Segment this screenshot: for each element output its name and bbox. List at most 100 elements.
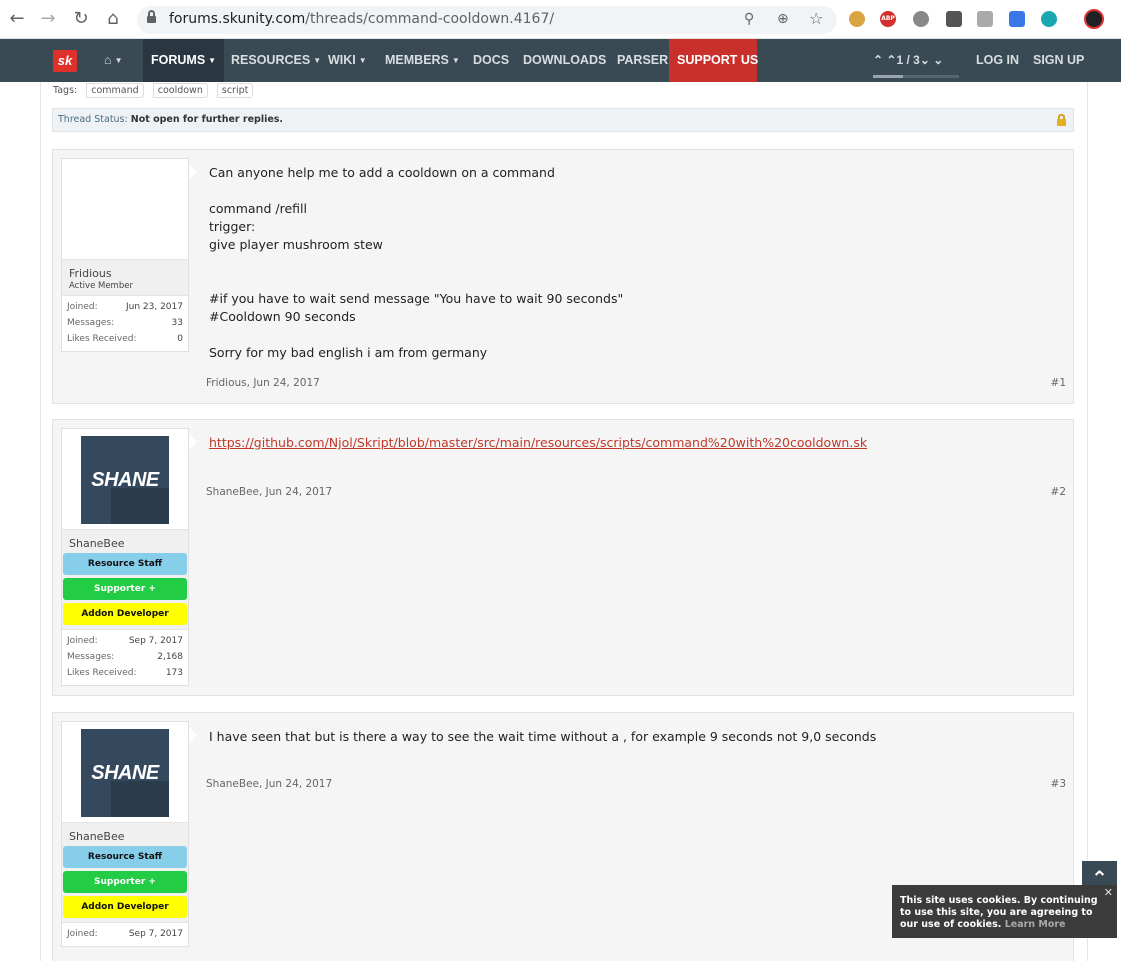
nav-login[interactable]: LOG IN bbox=[968, 39, 1027, 82]
likes-label: Likes Received: bbox=[67, 334, 137, 344]
url-host: forums.skunity.com bbox=[169, 11, 306, 27]
post-number[interactable]: #3 bbox=[1051, 778, 1066, 790]
likes-value: 173 bbox=[165, 668, 183, 678]
eyedropper-extension-icon[interactable] bbox=[946, 11, 962, 27]
nav-docs[interactable]: DOCS bbox=[465, 39, 517, 82]
username[interactable]: Fridious bbox=[69, 267, 181, 280]
site-logo[interactable]: sk bbox=[53, 50, 77, 72]
key-icon[interactable]: ⚲ bbox=[744, 11, 754, 27]
joined-label: Joined: bbox=[67, 929, 98, 939]
avatar-text: SHANE bbox=[91, 469, 159, 491]
extension-icon[interactable] bbox=[1009, 11, 1025, 27]
post-meta[interactable]: Fridious, Jun 24, 2017 bbox=[206, 377, 320, 389]
tag-script[interactable]: script bbox=[216, 83, 254, 98]
reload-icon[interactable]: ↻ bbox=[70, 8, 92, 30]
avatar-text: SHANE bbox=[91, 762, 159, 784]
star-icon[interactable]: ☆ bbox=[809, 9, 823, 28]
banner-supporter: Supporter + bbox=[63, 578, 187, 600]
nav-resources[interactable]: RESOURCES ▼ bbox=[223, 39, 329, 82]
post-body: I have seen that but is there a way to s… bbox=[209, 729, 877, 744]
messages-label: Messages: bbox=[67, 652, 115, 662]
user-info: Fridious Active Member bbox=[62, 259, 188, 295]
banner-supporter: Supporter + bbox=[63, 871, 187, 893]
url-text[interactable]: forums.skunity.com/threads/command-coold… bbox=[169, 11, 554, 27]
react-extension-icon[interactable] bbox=[1041, 11, 1057, 27]
close-icon[interactable]: ✕ bbox=[1104, 887, 1113, 899]
thread-status: Thread Status: Not open for further repl… bbox=[52, 108, 1074, 132]
username[interactable]: ShaneBee bbox=[69, 830, 181, 843]
avatar-image: SHANE bbox=[81, 436, 169, 524]
site-navbar: sk ⌂ ▼ FORUMS ▼ RESOURCES ▼ WIKI ▼ MEMBERS ▼ … bbox=[0, 39, 1121, 82]
zoom-icon[interactable]: ⊕ bbox=[777, 11, 789, 27]
github-link[interactable]: https://github.com/Njol/Skript/blob/mast… bbox=[209, 435, 867, 450]
url-path: /threads/command-cooldown.4167/ bbox=[305, 11, 555, 27]
nav-downloads[interactable]: DOWNLOADS bbox=[515, 39, 614, 82]
nav-members[interactable]: MEMBERS ▼ bbox=[377, 39, 468, 82]
tags-label: Tags: bbox=[53, 85, 78, 96]
messages-value[interactable]: 33 bbox=[172, 315, 183, 331]
nav-wiki-label: WIKI bbox=[328, 53, 356, 67]
nav-wiki[interactable]: WIKI ▼ bbox=[320, 39, 375, 82]
joined-label: Joined: bbox=[67, 636, 98, 646]
avatar[interactable] bbox=[62, 159, 188, 259]
username[interactable]: ShaneBee bbox=[69, 537, 181, 550]
home-icon[interactable]: ⌂ bbox=[102, 8, 124, 30]
address-bar[interactable]: forums.skunity.com/threads/command-coold… bbox=[137, 6, 837, 34]
pager-text: 1 / 3 bbox=[896, 53, 920, 67]
post: SHANE ShaneBee Resource Staff Supporter … bbox=[52, 419, 1074, 696]
nav-resources-label: RESOURCES bbox=[231, 53, 311, 67]
lock-icon bbox=[147, 10, 156, 25]
nav-forums-label: FORUMS bbox=[151, 53, 206, 67]
avatar[interactable]: SHANE bbox=[62, 429, 188, 529]
post-number[interactable]: #1 bbox=[1051, 377, 1066, 389]
profile-avatar[interactable] bbox=[1084, 9, 1104, 29]
adblock-extension-icon[interactable]: ABP bbox=[880, 11, 896, 27]
likes-value: 0 bbox=[177, 334, 183, 344]
tag-command[interactable]: command bbox=[86, 83, 144, 98]
banner-resource-staff: Resource Staff bbox=[63, 553, 187, 575]
user-card: SHANE ShaneBee Resource Staff Supporter … bbox=[61, 721, 189, 947]
speech-arrow bbox=[189, 727, 197, 743]
post-body: Can anyone help me to add a cooldown on … bbox=[209, 165, 624, 360]
speech-arrow bbox=[189, 164, 197, 180]
home-nav-icon[interactable]: ⌂ ▼ bbox=[96, 39, 130, 82]
nav-forums[interactable]: FORUMS ▼ bbox=[143, 39, 225, 82]
cookie-extension-icon[interactable] bbox=[849, 11, 865, 27]
user-info: ShaneBee Resource Staff Supporter + Addo… bbox=[62, 529, 188, 629]
user-stats: Joined: Jun 23, 2017 Messages: 33 Likes Re… bbox=[62, 295, 188, 351]
thread-tags: Tags: command cooldown script bbox=[53, 83, 254, 98]
post-number[interactable]: #2 bbox=[1051, 486, 1066, 498]
extension-icon[interactable] bbox=[913, 11, 929, 27]
nav-support-us[interactable]: SUPPORT US bbox=[669, 39, 758, 82]
post: Fridious Active Member Joined: Jun 23, 20… bbox=[52, 149, 1074, 404]
joined-value: Jun 23, 2017 bbox=[125, 302, 183, 312]
nav-signup[interactable]: SIGN UP bbox=[1025, 39, 1092, 82]
cookie-learn-more[interactable]: Learn More bbox=[1005, 919, 1066, 930]
avatar[interactable]: SHANE bbox=[62, 722, 188, 822]
post-meta[interactable]: ShaneBee, Jun 24, 2017 bbox=[206, 778, 332, 790]
messages-value[interactable]: 2,168 bbox=[157, 649, 183, 665]
status-value: Not open for further replies. bbox=[130, 114, 284, 125]
messages-label: Messages: bbox=[67, 318, 115, 328]
post-meta[interactable]: ShaneBee, Jun 24, 2017 bbox=[206, 486, 332, 498]
nav-members-label: MEMBERS bbox=[385, 53, 449, 67]
extension-icon[interactable] bbox=[977, 11, 993, 27]
back-icon[interactable]: ← bbox=[6, 8, 28, 30]
likes-label: Likes Received: bbox=[67, 668, 137, 678]
tag-cooldown[interactable]: cooldown bbox=[152, 83, 208, 98]
joined-value: Sep 7, 2017 bbox=[128, 929, 183, 939]
nav-parser[interactable]: PARSER bbox=[609, 39, 676, 82]
user-info: ShaneBee Resource Staff Supporter + Addo… bbox=[62, 822, 188, 922]
user-title: Active Member bbox=[69, 281, 133, 291]
forward-icon[interactable]: → bbox=[37, 8, 59, 30]
joined-value: Sep 7, 2017 bbox=[128, 636, 183, 646]
pager-progress bbox=[873, 75, 959, 78]
user-card: SHANE ShaneBee Resource Staff Supporter … bbox=[61, 428, 189, 686]
lock-icon bbox=[1057, 114, 1066, 126]
browser-toolbar: ← → ↻ ⌂ forums.skunity.com/threads/comma… bbox=[0, 0, 1121, 39]
status-label: Thread Status: bbox=[58, 114, 128, 125]
banner-addon-developer: Addon Developer bbox=[63, 603, 187, 625]
cookie-notice: This site uses cookies. By continuing to… bbox=[892, 885, 1117, 938]
post-body: https://github.com/Njol/Skript/blob/mast… bbox=[209, 434, 867, 452]
cookie-text: This site uses cookies. By continuing to… bbox=[900, 895, 1098, 930]
